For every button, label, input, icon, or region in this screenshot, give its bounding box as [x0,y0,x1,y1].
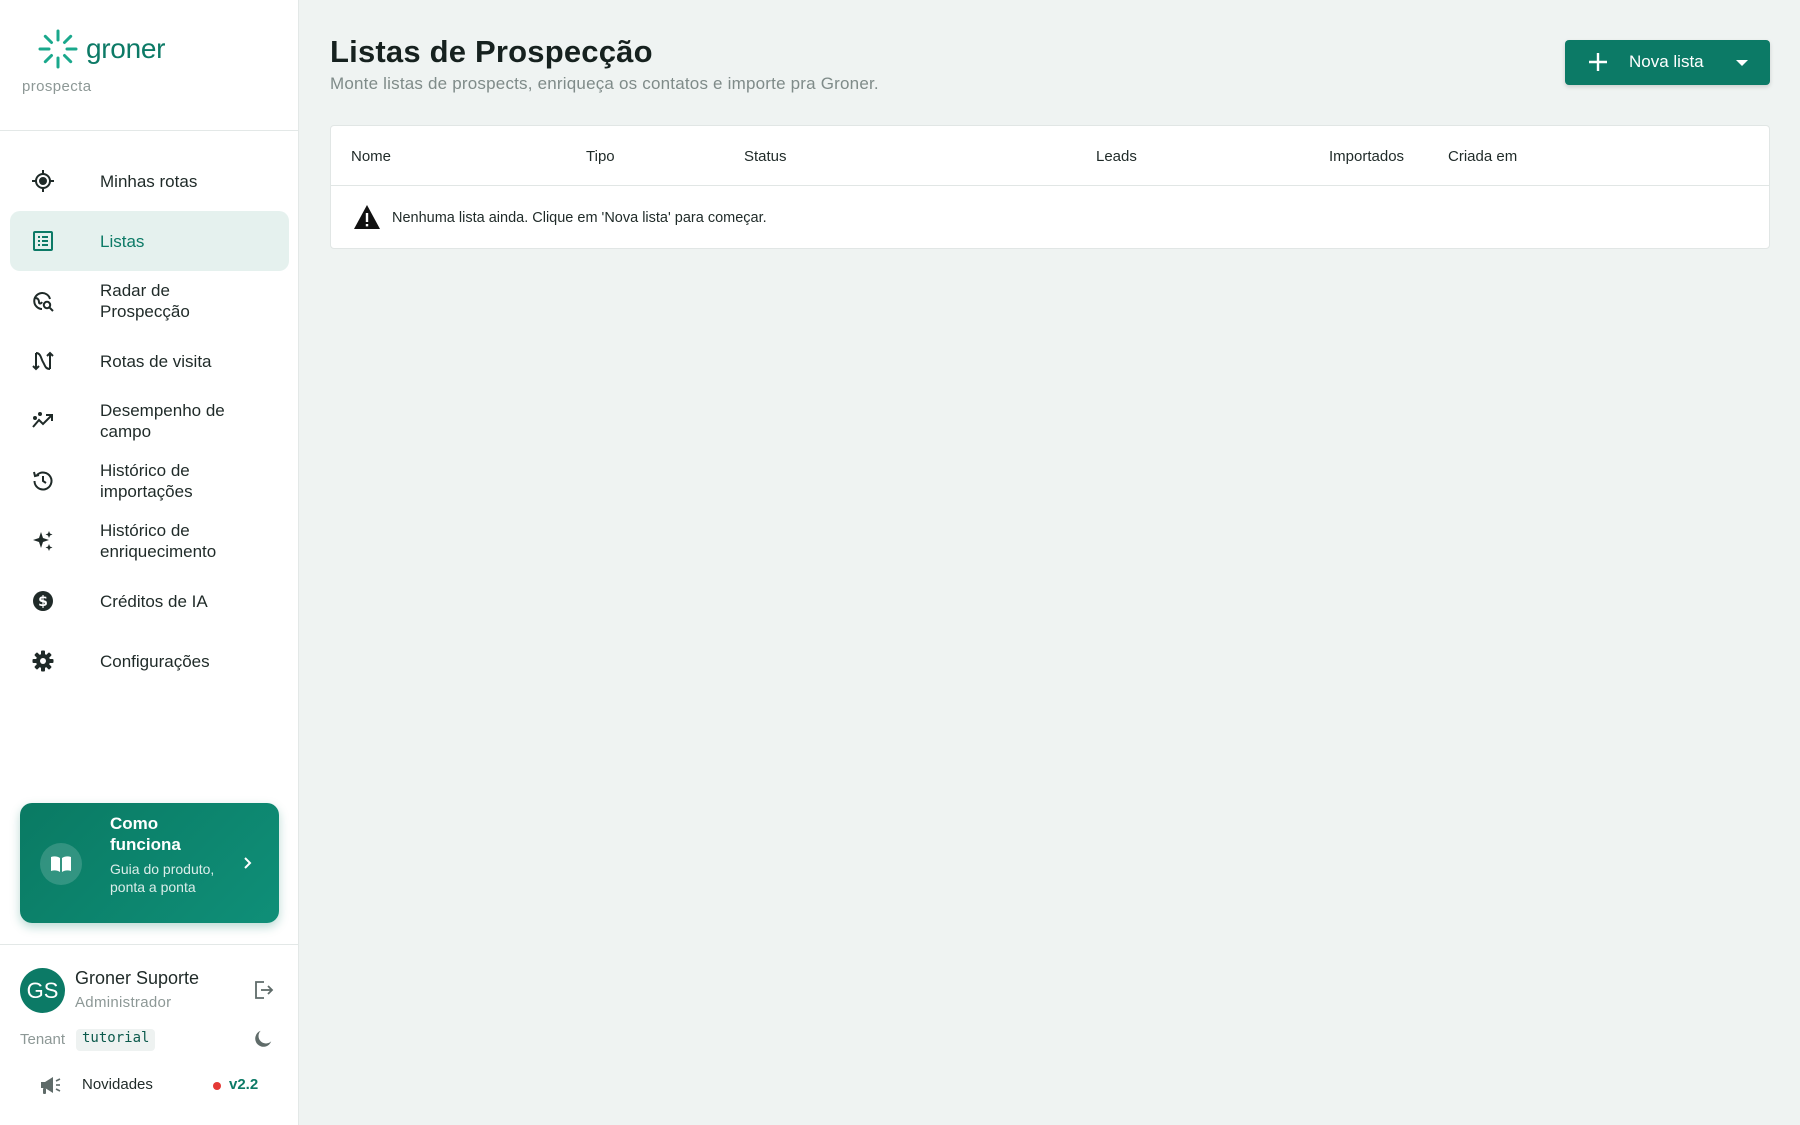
sidebar-item-desempenho[interactable]: Desempenho de campo [10,391,289,451]
brand-subtitle: prospecta [22,78,92,95]
help-subtitle: Guia do produto, ponta a ponta [110,861,215,895]
globe-search-icon [30,288,56,314]
sidebar-item-historico-importacoes[interactable]: Histórico de importações [10,451,289,511]
crosshair-icon [30,168,56,194]
sidebar-item-listas[interactable]: Listas [10,211,289,271]
sidebar-item-radar[interactable]: Radar de Prospecção [10,271,289,331]
column-header-leads[interactable]: Leads [1096,148,1137,165]
plus-icon [1589,53,1607,71]
sidebar-item-rotas-de-visita[interactable]: Rotas de visita [10,331,289,391]
svg-text:$: $ [38,594,48,610]
chevron-right-icon [244,857,252,869]
news-link[interactable]: Novidades v2.2 [38,1072,268,1098]
version-badge: v2.2 [229,1076,259,1093]
empty-state-message: Nenhuma lista ainda. Clique em 'Nova lis… [392,210,767,226]
logout-icon[interactable] [251,978,275,1002]
sidebar-item-creditos-ia[interactable]: $ Créditos de IA [10,571,289,631]
how-it-works-card[interactable]: Como funciona Guia do produto, ponta a p… [20,803,279,923]
gear-icon [30,648,56,674]
lists-table: Nome Tipo Status Leads Importados Criada… [330,125,1770,249]
route-icon [30,348,56,374]
user-role: Administrador [75,994,172,1011]
new-list-button[interactable]: Nova lista [1565,40,1770,85]
user-name: Groner Suporte [75,968,200,988]
sidebar-item-label: Créditos de IA [100,591,208,611]
table-header: Nome Tipo Status Leads Importados Criada… [331,126,1769,186]
dollar-icon: $ [30,588,56,614]
sidebar-item-label: Configurações [100,651,210,671]
column-header-importados[interactable]: Importados [1329,148,1404,165]
sidebar-item-label: Listas [100,231,145,251]
sidebar-item-label: Rotas de visita [100,351,212,371]
book-icon [40,843,82,885]
sidebar-item-label: Desempenho de campo [100,401,225,441]
sidebar-item-label: Minhas rotas [100,171,198,191]
avatar[interactable]: GS [20,968,65,1013]
empty-state-row: Nenhuma lista ainda. Clique em 'Nova lis… [331,186,1769,249]
sidebar-item-configuracoes[interactable]: Configurações [10,631,289,691]
tenant-label: Tenant [20,1031,66,1048]
news-badge-dot [213,1082,221,1090]
new-list-label: Nova lista [1629,52,1704,71]
column-header-tipo[interactable]: Tipo [586,148,615,165]
news-label: Novidades [82,1076,153,1093]
sidebar-nav: Minhas rotas Listas Radar de Prospecção … [10,151,289,691]
warning-icon [354,205,380,229]
tenant-chip: tutorial [76,1029,156,1051]
divider [0,944,299,945]
caret-down-icon [1736,60,1748,66]
brand[interactable]: groner prospecta [22,24,165,104]
sparkle-icon [30,528,56,554]
moon-icon[interactable] [252,1028,274,1050]
divider [0,130,299,131]
page-subtitle: Monte listas de prospects, enriqueça os … [330,74,879,93]
column-header-status[interactable]: Status [744,148,787,165]
groner-logo-icon [38,29,78,69]
megaphone-icon [41,1077,61,1094]
sidebar-item-label: Radar de Prospecção [100,281,190,321]
help-title: Como funciona [110,814,181,854]
sidebar: groner prospecta Minhas rotas Listas Rad… [0,0,299,1125]
sidebar-item-label: Histórico de importações [100,461,193,501]
list-icon [30,228,56,254]
history-icon [30,468,56,494]
sidebar-item-minhas-rotas[interactable]: Minhas rotas [10,151,289,211]
sidebar-item-label: Histórico de enriquecimento [100,521,217,561]
page-title: Listas de Prospecção [330,34,653,69]
sidebar-item-historico-enriquecimento[interactable]: Histórico de enriquecimento [10,511,289,571]
trend-icon [30,408,56,434]
brand-name: groner [86,33,166,64]
column-header-criada-em[interactable]: Criada em [1448,148,1517,165]
column-header-nome[interactable]: Nome [351,148,391,165]
